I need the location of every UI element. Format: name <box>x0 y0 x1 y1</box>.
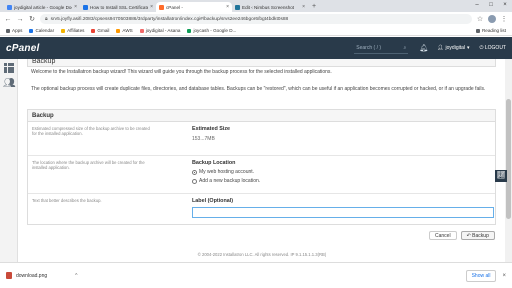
tab-title: cPanel - <box>166 4 183 10</box>
docs-favicon-icon <box>7 4 12 10</box>
radio-new-location[interactable]: Add a new backup location. <box>192 178 492 184</box>
radio-selected[interactable] <box>192 169 197 175</box>
label-row: Text that better describes the backup. L… <box>28 194 495 224</box>
backup-icon: ↶ <box>466 233 471 239</box>
cpanel-logo[interactable]: cPanel <box>6 43 39 54</box>
page-favicon-icon <box>83 4 88 10</box>
tab-title: Edit ‹ Nimbus Screenshot <box>242 4 295 10</box>
search-icon: ⌕ <box>403 44 407 51</box>
bookmark-asana[interactable]: joydigital - Asana <box>139 28 180 33</box>
bookmark-apps[interactable]: Apps <box>6 28 22 33</box>
back-icon[interactable]: ← <box>4 16 12 23</box>
close-tab-icon[interactable]: × <box>226 4 229 10</box>
bookmark-aws[interactable]: AWS <box>116 28 133 33</box>
tab-title: How to Install SSL Certificate o <box>90 4 149 10</box>
close-tab-icon[interactable]: × <box>302 4 305 10</box>
page-scrollbar[interactable] <box>505 59 512 262</box>
profile-avatar[interactable] <box>488 15 496 23</box>
reading-list-icon <box>475 28 480 33</box>
label-input[interactable] <box>192 207 494 218</box>
bookmark-star-icon[interactable]: ☆ <box>476 15 484 23</box>
browser-tab[interactable]: How to Install SSL Certificate o × <box>80 2 156 12</box>
stats-chart-icon[interactable]: 📈︎ <box>495 170 507 182</box>
section-title: Backup <box>28 110 495 122</box>
help-text: The location where the backup archive wi… <box>32 160 145 170</box>
folder-icon <box>61 28 66 33</box>
cpanel-favicon-icon <box>159 4 164 10</box>
new-tab-button[interactable]: + <box>308 2 320 12</box>
home-grid-icon[interactable] <box>4 63 14 73</box>
user-icon: 👤︎ <box>437 45 444 51</box>
close-downloads-icon[interactable]: × <box>502 273 506 279</box>
url-text: srv5.joyfly.asifi.2083/cpsess9470503886/… <box>50 16 289 22</box>
browser-tab-active[interactable]: cPanel - × <box>156 2 232 12</box>
apps-grid-icon <box>6 28 10 33</box>
copyright-footer: © 2004-2022 Installatron LLC. All rights… <box>197 252 327 257</box>
page-title: Backup <box>27 59 496 67</box>
reading-list[interactable]: Reading list <box>475 28 506 33</box>
tab-title: joydigital article - Google Docs <box>14 4 73 10</box>
username: joydigital <box>445 45 465 51</box>
browser-tab-bar: joydigital article - Google Docs × How t… <box>0 0 512 12</box>
main-content: Backup Welcome to the Installatron backu… <box>19 59 505 262</box>
help-text: Text that better describes the backup. <box>32 198 102 203</box>
field-label: Label (Optional) <box>192 198 234 204</box>
wordpress-favicon-icon <box>235 4 240 10</box>
url-field[interactable]: 🔒︎ srv5.joyfly.asifi.2083/cpsess94705038… <box>40 14 472 24</box>
estimated-size-value: 153...7MB <box>192 136 215 142</box>
cpanel-search-input[interactable]: Search ( / ) ⌕ <box>354 43 409 54</box>
browser-tab[interactable]: Edit ‹ Nimbus Screenshot × <box>232 2 308 12</box>
field-label: Backup Location <box>192 160 236 166</box>
bookmark-calendar[interactable]: Calendar <box>29 28 54 33</box>
downloads-bar: download.png ^ Show all × <box>0 262 512 288</box>
backup-location-row: The location where the backup archive wi… <box>28 156 495 194</box>
users-icon[interactable]: 👥︎ <box>3 79 16 89</box>
address-bar-row: ← → ↻ 🔒︎ srv5.joyfly.asifi.2083/cpsess94… <box>0 12 512 26</box>
close-tab-icon[interactable]: × <box>150 4 153 10</box>
menu-icon[interactable]: ⋮ <box>500 15 508 23</box>
download-item[interactable]: download.png <box>6 272 47 279</box>
form-actions: Cancel ↶ Backup <box>429 231 495 240</box>
docs-icon <box>187 28 192 33</box>
lock-icon: 🔒︎ <box>45 16 48 22</box>
cpanel-header: cPanel Search ( / ) ⌕ 🔔︎ 👤︎ joydigital ▾… <box>0 37 512 59</box>
radio-web-hosting[interactable]: My web hosting account. <box>192 169 492 175</box>
estimated-size-row: Estimated compressed size of the backup … <box>28 122 495 156</box>
radio-unselected[interactable] <box>192 178 197 184</box>
window-controls: – □ × <box>470 0 512 10</box>
image-file-icon <box>6 272 12 279</box>
gmail-icon <box>91 28 96 33</box>
search-placeholder: Search ( / ) <box>356 44 382 51</box>
reload-icon[interactable]: ↻ <box>28 15 36 23</box>
maximize-icon[interactable]: □ <box>484 0 498 10</box>
bookmarks-bar: Apps Calendar Affiliates Gmail AWS joydi… <box>0 26 512 36</box>
minimize-icon[interactable]: – <box>470 0 484 10</box>
intro-text: Welcome to the Installatron backup wizar… <box>31 69 332 75</box>
show-all-button[interactable]: Show all <box>465 269 497 282</box>
intro-text-optional: The optional backup process will create … <box>31 86 486 92</box>
backup-section: Backup Estimated compressed size of the … <box>27 109 496 225</box>
aws-icon <box>116 28 121 33</box>
field-label: Estimated Size <box>192 126 231 132</box>
close-tab-icon[interactable]: × <box>74 4 77 10</box>
scrollbar-thumb[interactable] <box>506 99 511 219</box>
browser-tab[interactable]: joydigital article - Google Docs × <box>4 2 80 12</box>
bookmark-affiliates[interactable]: Affiliates <box>61 28 84 33</box>
bookmark-google-docs[interactable]: joycash - Google D... <box>187 28 236 33</box>
help-text: Estimated compressed size of the backup … <box>32 126 150 136</box>
calendar-icon <box>29 28 34 33</box>
forward-icon[interactable]: → <box>16 16 24 23</box>
backup-button[interactable]: ↶ Backup <box>460 231 495 240</box>
user-menu[interactable]: 👤︎ joydigital ▾ <box>437 45 469 51</box>
close-window-icon[interactable]: × <box>498 0 512 10</box>
chevron-up-icon[interactable]: ^ <box>75 273 77 279</box>
logout-button[interactable]: ⏻ LOGOUT <box>480 45 506 51</box>
chevron-down-icon: ▾ <box>467 45 470 51</box>
asana-icon <box>139 28 144 33</box>
bookmark-gmail[interactable]: Gmail <box>91 28 109 33</box>
download-filename: download.png <box>16 272 48 279</box>
bell-icon[interactable]: 🔔︎ <box>419 44 428 52</box>
cpanel-sidebar: 👥︎ <box>0 59 18 262</box>
cancel-button[interactable]: Cancel <box>429 231 457 240</box>
